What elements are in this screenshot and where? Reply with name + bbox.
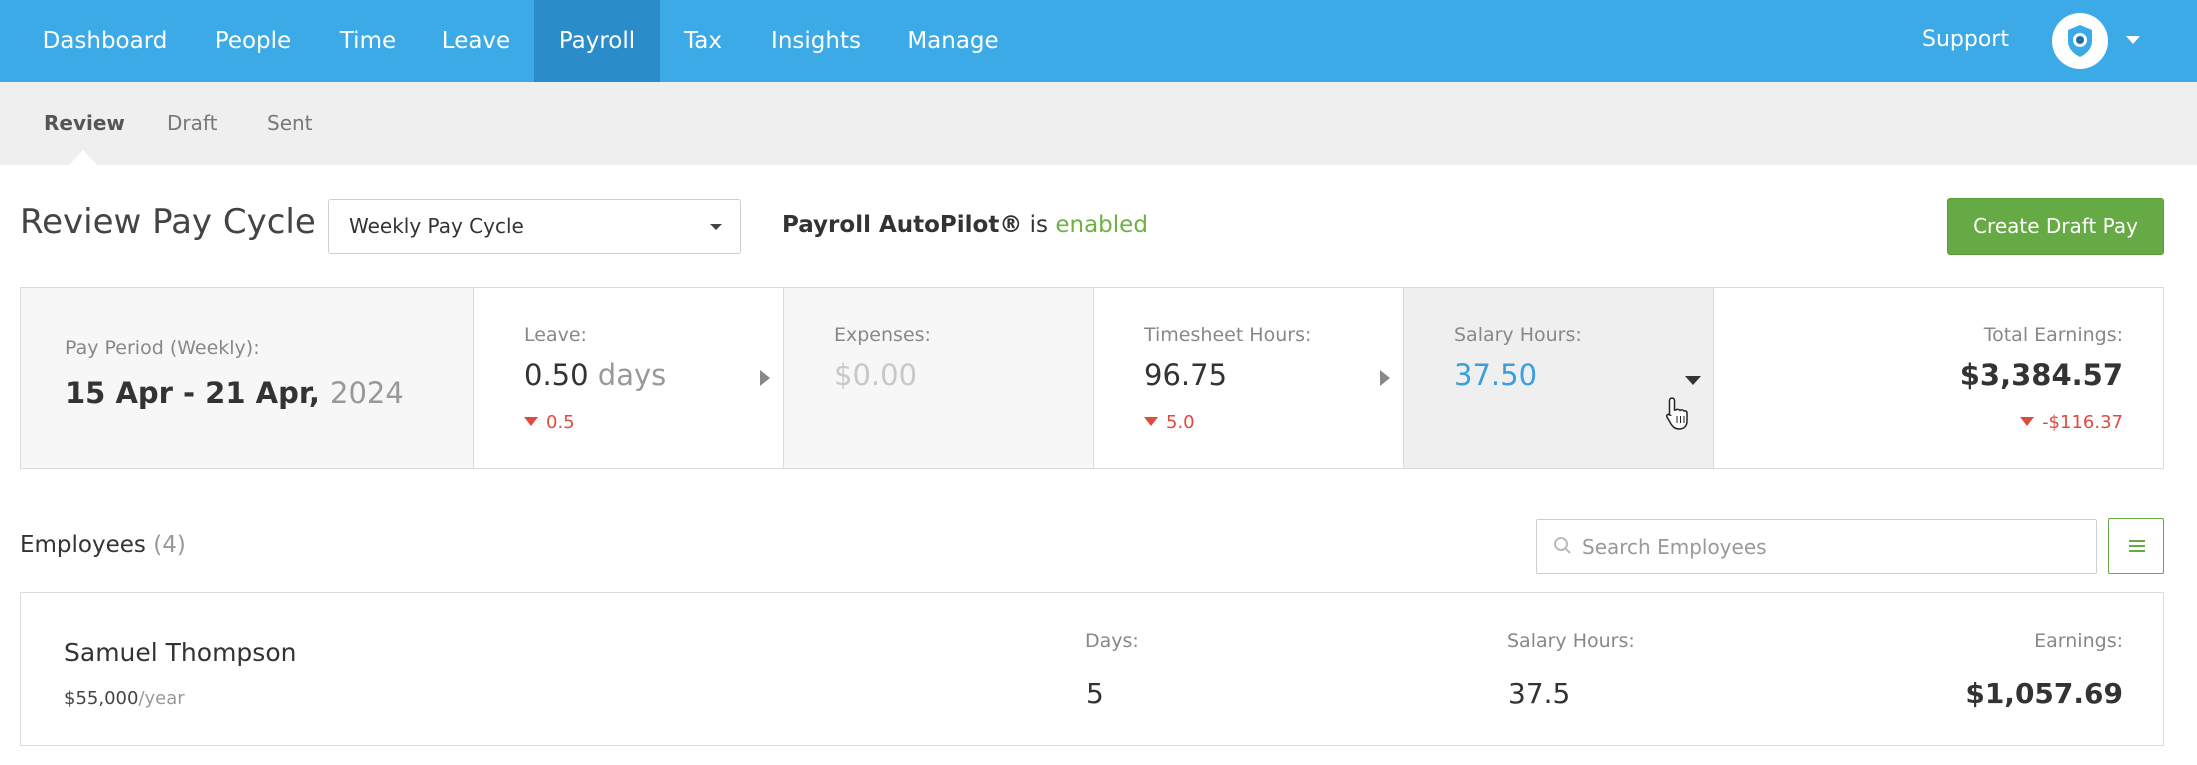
pay-period-year: 2024 bbox=[330, 376, 404, 410]
timesheet-hours-value: 96.75 bbox=[1144, 358, 1228, 392]
employees-heading: Employees (4) bbox=[20, 532, 186, 558]
salary-hours-label: Salary Hours: bbox=[1507, 630, 1635, 652]
timesheet-hours-delta: 5.0 bbox=[1144, 412, 1195, 433]
earnings-label: Earnings: bbox=[2034, 630, 2123, 652]
timesheet-hours-cell[interactable]: Timesheet Hours: 96.75 5.0 bbox=[1093, 288, 1403, 468]
salary-hours-label: Salary Hours: bbox=[1454, 324, 1582, 346]
search-input[interactable] bbox=[1582, 520, 2082, 573]
create-draft-pay-button[interactable]: Create Draft Pay bbox=[1947, 198, 2164, 255]
salary-hours-value: 37.5 bbox=[1508, 677, 1571, 710]
total-earnings-value: $3,384.57 bbox=[1959, 358, 2123, 392]
employee-salary: $55,000/year bbox=[64, 688, 185, 709]
pay-summary-panel: Pay Period (Weekly): 15 Apr - 21 Apr, 20… bbox=[20, 287, 2164, 469]
employees-count: (4) bbox=[153, 532, 186, 558]
nav-item-people[interactable]: People bbox=[196, 0, 310, 82]
salary-hours-cell[interactable]: Salary Hours: 37.50 bbox=[1403, 288, 1713, 468]
chevron-down-icon[interactable] bbox=[1685, 376, 1701, 385]
page-title: Review Pay Cycle bbox=[20, 202, 316, 242]
earnings-value: $1,057.69 bbox=[1965, 677, 2123, 710]
leave-amount: 0.50 bbox=[524, 358, 589, 392]
leave-unit: days bbox=[597, 358, 667, 392]
nav-item-payroll[interactable]: Payroll bbox=[534, 0, 660, 82]
chevron-right-icon[interactable] bbox=[1380, 370, 1390, 386]
employees-title: Employees bbox=[20, 532, 146, 558]
tab-draft[interactable]: Draft bbox=[167, 82, 217, 165]
timesheet-hours-label: Timesheet Hours: bbox=[1144, 324, 1312, 346]
nav-item-dashboard[interactable]: Dashboard bbox=[24, 0, 186, 82]
tab-sent[interactable]: Sent bbox=[267, 82, 313, 165]
days-value: 5 bbox=[1086, 677, 1104, 710]
autopilot-status: Payroll AutoPilot® is enabled bbox=[782, 212, 1148, 238]
pay-period-value: 15 Apr - 21 Apr, 2024 bbox=[65, 376, 404, 410]
salary-amount: $55,000 bbox=[64, 688, 139, 709]
decrease-triangle-icon bbox=[1144, 417, 1158, 426]
pay-cycle-select-value: Weekly Pay Cycle bbox=[349, 214, 524, 238]
leave-label: Leave: bbox=[524, 324, 587, 346]
chevron-down-icon[interactable] bbox=[2126, 36, 2140, 44]
pay-period-range: 15 Apr - 21 Apr, bbox=[65, 376, 320, 410]
chevron-down-icon bbox=[710, 224, 722, 230]
top-navigation: Dashboard People Time Leave Payroll Tax … bbox=[0, 0, 2197, 82]
nav-item-leave[interactable]: Leave bbox=[426, 0, 526, 82]
pay-cycle-select[interactable]: Weekly Pay Cycle bbox=[328, 199, 741, 254]
chevron-right-icon[interactable] bbox=[760, 370, 770, 386]
hand-cursor-icon bbox=[1666, 397, 1688, 430]
support-link[interactable]: Support bbox=[1922, 0, 2009, 82]
expenses-value: $0.00 bbox=[834, 358, 918, 392]
employee-row[interactable]: Samuel Thompson $55,000/year Days: 5 Sal… bbox=[20, 592, 2164, 746]
salary-hours-value: 37.50 bbox=[1454, 358, 1538, 392]
total-earnings-delta: -$116.37 bbox=[2020, 412, 2123, 433]
total-earnings-label: Total Earnings: bbox=[1983, 324, 2123, 346]
leave-cell[interactable]: Leave: 0.50 days 0.5 bbox=[473, 288, 783, 468]
autopilot-name: Payroll AutoPilot® bbox=[782, 212, 1023, 238]
autopilot-is: is bbox=[1029, 212, 1049, 238]
days-label: Days: bbox=[1085, 630, 1139, 652]
active-tab-pointer bbox=[69, 150, 97, 165]
menu-icon bbox=[2129, 540, 2145, 542]
salary-period: /year bbox=[138, 688, 185, 709]
pay-period-label: Pay Period (Weekly): bbox=[65, 337, 260, 359]
shield-heart-icon bbox=[2068, 25, 2092, 57]
leave-value: 0.50 days bbox=[524, 358, 666, 392]
decrease-triangle-icon bbox=[2020, 417, 2035, 426]
expenses-label: Expenses: bbox=[834, 324, 931, 346]
expenses-cell: Expenses: $0.00 bbox=[783, 288, 1093, 468]
list-menu-button[interactable] bbox=[2108, 518, 2164, 574]
autopilot-enabled-text: enabled bbox=[1055, 212, 1148, 238]
nav-item-time[interactable]: Time bbox=[320, 0, 416, 82]
search-icon bbox=[1554, 537, 1571, 554]
decrease-triangle-icon bbox=[524, 417, 538, 426]
nav-item-insights[interactable]: Insights bbox=[760, 0, 872, 82]
total-earnings-cell: Total Earnings: $3,384.57 -$116.37 bbox=[1713, 288, 2165, 468]
employee-name: Samuel Thompson bbox=[64, 638, 297, 667]
employee-search[interactable] bbox=[1536, 519, 2097, 574]
avatar[interactable] bbox=[2052, 13, 2108, 69]
pay-period-cell: Pay Period (Weekly): 15 Apr - 21 Apr, 20… bbox=[21, 288, 473, 468]
leave-delta: 0.5 bbox=[524, 412, 575, 433]
nav-item-manage[interactable]: Manage bbox=[900, 0, 1006, 82]
nav-item-tax[interactable]: Tax bbox=[670, 0, 736, 82]
sub-navigation: Review Draft Sent bbox=[0, 82, 2197, 165]
